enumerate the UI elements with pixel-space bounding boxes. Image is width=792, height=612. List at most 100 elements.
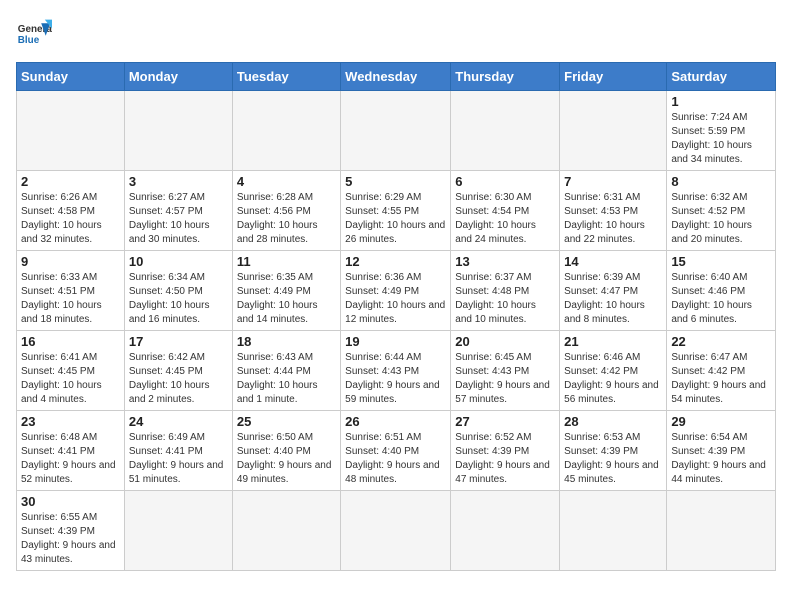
calendar-cell bbox=[341, 491, 451, 571]
calendar-cell: 3 Sunrise: 6:27 AM Sunset: 4:57 PM Daylig… bbox=[124, 171, 232, 251]
calendar-cell: 1 Sunrise: 7:24 AM Sunset: 5:59 PM Daylig… bbox=[667, 91, 776, 171]
calendar-cell bbox=[560, 491, 667, 571]
calendar-cell: 22Sunrise: 6:47 AM Sunset: 4:42 PM Dayli… bbox=[667, 331, 776, 411]
calendar-table: SundayMondayTuesdayWednesdayThursdayFrid… bbox=[16, 62, 776, 571]
day-number: 15 bbox=[671, 254, 771, 269]
day-info: Sunrise: 6:34 AM Sunset: 4:50 PM Dayligh… bbox=[129, 271, 228, 327]
calendar-cell: 8 Sunrise: 6:32 AM Sunset: 4:52 PM Daylig… bbox=[667, 171, 776, 251]
calendar-cell bbox=[124, 91, 232, 171]
day-info: Sunrise: 6:31 AM Sunset: 4:53 PM Dayligh… bbox=[564, 191, 662, 247]
day-info: Sunrise: 6:49 AM Sunset: 4:41 PM Dayligh… bbox=[129, 431, 228, 487]
calendar-cell: 15 Sunrise: 6:40 AM Sunset: 4:46 PM Dayli… bbox=[667, 251, 776, 331]
day-number: 19 bbox=[345, 334, 446, 349]
day-number: 16 bbox=[21, 334, 120, 349]
calendar-cell: 29Sunrise: 6:54 AM Sunset: 4:39 PM Dayli… bbox=[667, 411, 776, 491]
day-number: 21 bbox=[564, 334, 662, 349]
day-number: 12 bbox=[345, 254, 446, 269]
calendar-cell: 2 Sunrise: 6:26 AM Sunset: 4:58 PM Daylig… bbox=[17, 171, 125, 251]
calendar-cell bbox=[232, 91, 340, 171]
calendar-cell: 21 Sunrise: 6:46 AM Sunset: 4:42 PM Dayli… bbox=[560, 331, 667, 411]
day-number: 3 bbox=[129, 174, 228, 189]
calendar-cell: 25 Sunrise: 6:50 AM Sunset: 4:40 PM Dayli… bbox=[232, 411, 340, 491]
calendar-cell: 24 Sunrise: 6:49 AM Sunset: 4:41 PM Dayli… bbox=[124, 411, 232, 491]
weekday-header-sunday: Sunday bbox=[17, 63, 125, 91]
day-info: Sunrise: 6:48 AM Sunset: 4:41 PM Dayligh… bbox=[21, 431, 120, 487]
day-number: 2 bbox=[21, 174, 120, 189]
calendar-cell: 20Sunrise: 6:45 AM Sunset: 4:43 PM Dayli… bbox=[451, 331, 560, 411]
calendar-cell: 13Sunrise: 6:37 AM Sunset: 4:48 PM Dayli… bbox=[451, 251, 560, 331]
day-info: Sunrise: 6:50 AM Sunset: 4:40 PM Dayligh… bbox=[237, 431, 336, 487]
calendar-week-3: 9 Sunrise: 6:33 AM Sunset: 4:51 PM Daylig… bbox=[17, 251, 776, 331]
day-info: Sunrise: 6:29 AM Sunset: 4:55 PM Dayligh… bbox=[345, 191, 446, 247]
calendar-cell: 19 Sunrise: 6:44 AM Sunset: 4:43 PM Dayli… bbox=[341, 331, 451, 411]
day-info: Sunrise: 6:54 AM Sunset: 4:39 PM Dayligh… bbox=[671, 431, 771, 487]
calendar-week-4: 16Sunrise: 6:41 AM Sunset: 4:45 PM Dayli… bbox=[17, 331, 776, 411]
calendar-cell: 18 Sunrise: 6:43 AM Sunset: 4:44 PM Dayli… bbox=[232, 331, 340, 411]
calendar-cell bbox=[17, 91, 125, 171]
day-info: Sunrise: 6:26 AM Sunset: 4:58 PM Dayligh… bbox=[21, 191, 120, 247]
calendar-cell: 26 Sunrise: 6:51 AM Sunset: 4:40 PM Dayli… bbox=[341, 411, 451, 491]
day-number: 6 bbox=[455, 174, 555, 189]
day-number: 1 bbox=[671, 94, 771, 109]
weekday-header-saturday: Saturday bbox=[667, 63, 776, 91]
calendar-week-6: 30Sunrise: 6:55 AM Sunset: 4:39 PM Dayli… bbox=[17, 491, 776, 571]
day-number: 24 bbox=[129, 414, 228, 429]
calendar-cell: 27 Sunrise: 6:52 AM Sunset: 4:39 PM Dayli… bbox=[451, 411, 560, 491]
calendar-cell: 7Sunrise: 6:31 AM Sunset: 4:53 PM Daylig… bbox=[560, 171, 667, 251]
calendar-cell: 16Sunrise: 6:41 AM Sunset: 4:45 PM Dayli… bbox=[17, 331, 125, 411]
day-info: Sunrise: 6:51 AM Sunset: 4:40 PM Dayligh… bbox=[345, 431, 446, 487]
day-number: 26 bbox=[345, 414, 446, 429]
calendar-cell bbox=[451, 491, 560, 571]
day-info: Sunrise: 6:53 AM Sunset: 4:39 PM Dayligh… bbox=[564, 431, 662, 487]
day-info: Sunrise: 7:24 AM Sunset: 5:59 PM Dayligh… bbox=[671, 111, 771, 167]
day-info: Sunrise: 6:42 AM Sunset: 4:45 PM Dayligh… bbox=[129, 351, 228, 407]
day-number: 9 bbox=[21, 254, 120, 269]
calendar-cell: 14 Sunrise: 6:39 AM Sunset: 4:47 PM Dayli… bbox=[560, 251, 667, 331]
weekday-header-row: SundayMondayTuesdayWednesdayThursdayFrid… bbox=[17, 63, 776, 91]
day-info: Sunrise: 6:39 AM Sunset: 4:47 PM Dayligh… bbox=[564, 271, 662, 327]
day-number: 11 bbox=[237, 254, 336, 269]
day-number: 22 bbox=[671, 334, 771, 349]
generalblue-logo-icon: General Blue bbox=[16, 16, 52, 52]
day-number: 4 bbox=[237, 174, 336, 189]
weekday-header-monday: Monday bbox=[124, 63, 232, 91]
calendar-week-2: 2 Sunrise: 6:26 AM Sunset: 4:58 PM Daylig… bbox=[17, 171, 776, 251]
calendar-week-1: 1 Sunrise: 7:24 AM Sunset: 5:59 PM Daylig… bbox=[17, 91, 776, 171]
calendar-cell bbox=[341, 91, 451, 171]
calendar-cell: 4Sunrise: 6:28 AM Sunset: 4:56 PM Daylig… bbox=[232, 171, 340, 251]
day-info: Sunrise: 6:46 AM Sunset: 4:42 PM Dayligh… bbox=[564, 351, 662, 407]
day-info: Sunrise: 6:52 AM Sunset: 4:39 PM Dayligh… bbox=[455, 431, 555, 487]
day-info: Sunrise: 6:35 AM Sunset: 4:49 PM Dayligh… bbox=[237, 271, 336, 327]
calendar-cell: 9 Sunrise: 6:33 AM Sunset: 4:51 PM Daylig… bbox=[17, 251, 125, 331]
day-info: Sunrise: 6:36 AM Sunset: 4:49 PM Dayligh… bbox=[345, 271, 446, 327]
svg-text:Blue: Blue bbox=[18, 35, 40, 46]
day-number: 8 bbox=[671, 174, 771, 189]
day-number: 30 bbox=[21, 494, 120, 509]
calendar-cell: 23 Sunrise: 6:48 AM Sunset: 4:41 PM Dayli… bbox=[17, 411, 125, 491]
calendar-cell: 10Sunrise: 6:34 AM Sunset: 4:50 PM Dayli… bbox=[124, 251, 232, 331]
day-number: 18 bbox=[237, 334, 336, 349]
day-number: 25 bbox=[237, 414, 336, 429]
calendar-cell: 17Sunrise: 6:42 AM Sunset: 4:45 PM Dayli… bbox=[124, 331, 232, 411]
calendar-cell bbox=[232, 491, 340, 571]
weekday-header-wednesday: Wednesday bbox=[341, 63, 451, 91]
day-info: Sunrise: 6:40 AM Sunset: 4:46 PM Dayligh… bbox=[671, 271, 771, 327]
weekday-header-friday: Friday bbox=[560, 63, 667, 91]
day-info: Sunrise: 6:32 AM Sunset: 4:52 PM Dayligh… bbox=[671, 191, 771, 247]
day-info: Sunrise: 6:45 AM Sunset: 4:43 PM Dayligh… bbox=[455, 351, 555, 407]
calendar-week-5: 23 Sunrise: 6:48 AM Sunset: 4:41 PM Dayli… bbox=[17, 411, 776, 491]
day-info: Sunrise: 6:27 AM Sunset: 4:57 PM Dayligh… bbox=[129, 191, 228, 247]
calendar-cell: 30Sunrise: 6:55 AM Sunset: 4:39 PM Dayli… bbox=[17, 491, 125, 571]
calendar-cell: 11 Sunrise: 6:35 AM Sunset: 4:49 PM Dayli… bbox=[232, 251, 340, 331]
day-info: Sunrise: 6:44 AM Sunset: 4:43 PM Dayligh… bbox=[345, 351, 446, 407]
day-number: 14 bbox=[564, 254, 662, 269]
day-info: Sunrise: 6:33 AM Sunset: 4:51 PM Dayligh… bbox=[21, 271, 120, 327]
day-number: 27 bbox=[455, 414, 555, 429]
day-number: 13 bbox=[455, 254, 555, 269]
day-info: Sunrise: 6:43 AM Sunset: 4:44 PM Dayligh… bbox=[237, 351, 336, 407]
calendar-cell bbox=[667, 491, 776, 571]
day-info: Sunrise: 6:30 AM Sunset: 4:54 PM Dayligh… bbox=[455, 191, 555, 247]
day-number: 5 bbox=[345, 174, 446, 189]
day-number: 28 bbox=[564, 414, 662, 429]
day-number: 23 bbox=[21, 414, 120, 429]
